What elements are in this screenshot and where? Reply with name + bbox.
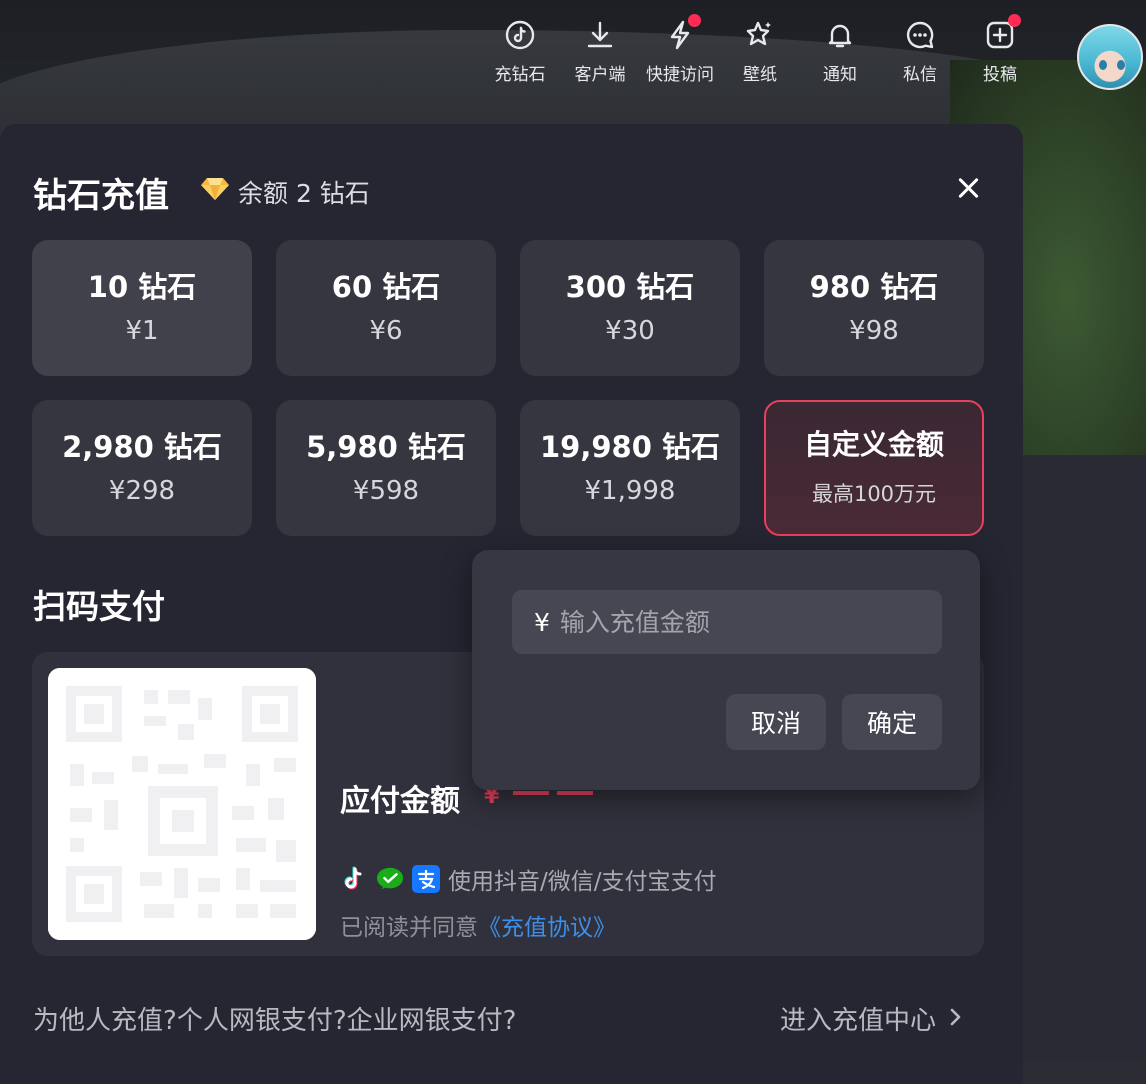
- payable-amount-label: 应付金额: [340, 784, 460, 819]
- nav-item-quick-access[interactable]: 快捷访问: [640, 14, 720, 98]
- modal-title: 钻石充值: [33, 176, 169, 216]
- chevron-right-icon: [948, 1004, 962, 1034]
- avatar-eye: [1117, 60, 1125, 70]
- custom-amount-tile[interactable]: 自定义金额 最高100万元: [764, 400, 984, 536]
- nav-item-wallpaper[interactable]: 壁纸: [720, 18, 800, 98]
- download-icon: [583, 18, 617, 52]
- confirm-button[interactable]: 确定: [842, 694, 942, 750]
- package-tile[interactable]: 60 钻石 ¥6: [276, 240, 496, 376]
- amount-input-currency: ¥: [534, 607, 550, 637]
- alipay-icon: [412, 865, 440, 893]
- douyin-icon: [340, 865, 368, 893]
- nav-label: 客户端: [574, 65, 626, 85]
- nav-item-notifications[interactable]: 通知: [800, 18, 880, 98]
- balance: 余额 2 钻石: [200, 174, 370, 210]
- payment-methods-text: 使用抖音/微信/支付宝支付: [448, 869, 717, 895]
- payable-amount-placeholder: [513, 791, 549, 795]
- package-price: ¥98: [849, 316, 899, 346]
- message-icon: [903, 18, 937, 52]
- footer-links: 为他人充值?个人网银支付?企业网银支付?: [33, 1000, 516, 1037]
- package-tile[interactable]: 5,980 钻石 ¥598: [276, 400, 496, 536]
- package-price: ¥30: [605, 316, 655, 346]
- nav-label: 快捷访问: [646, 65, 714, 85]
- nav-label: 壁纸: [743, 65, 777, 85]
- amount-input[interactable]: [557, 606, 902, 638]
- custom-amount-popover: ¥ 取消 确定: [472, 550, 980, 790]
- bell-icon: [823, 18, 857, 52]
- tiktok-coin-icon: [503, 18, 537, 52]
- package-tile[interactable]: 300 钻石 ¥30: [520, 240, 740, 376]
- package-amount: 19,980 钻石: [539, 430, 720, 464]
- scan-pay-title: 扫码支付: [33, 587, 165, 626]
- close-icon[interactable]: [952, 172, 984, 204]
- wallpaper-star-icon: [743, 18, 777, 52]
- balance-text: 余额 2 钻石: [238, 179, 370, 208]
- personal-bank-pay-link[interactable]: 个人网银支付?: [177, 1006, 347, 1036]
- diamond-package-grid: 10 钻石 ¥1 60 钻石 ¥6 300 钻石 ¥30 980 钻石 ¥98 …: [32, 240, 984, 536]
- avatar[interactable]: [1077, 24, 1143, 90]
- nav-item-recharge[interactable]: 充钻石: [480, 18, 560, 98]
- package-tile[interactable]: 2,980 钻石 ¥298: [32, 400, 252, 536]
- custom-amount-limit: 最高100万元: [811, 482, 937, 506]
- notification-dot: [1008, 14, 1021, 27]
- package-amount: 60 钻石: [331, 270, 441, 304]
- custom-amount-label: 自定义金额: [803, 428, 944, 461]
- nav-item-messages[interactable]: 私信: [880, 18, 960, 98]
- nav-item-client[interactable]: 客户端: [560, 18, 640, 98]
- package-price: ¥298: [108, 476, 176, 506]
- recharge-center-label: 进入充值中心: [780, 1006, 937, 1036]
- nav-label: 投稿: [983, 65, 1017, 85]
- recharge-for-others-link[interactable]: 为他人充值?: [33, 1006, 177, 1036]
- package-amount: 2,980 钻石: [62, 430, 222, 464]
- payable-amount-placeholder: [557, 791, 593, 795]
- package-tile[interactable]: 19,980 钻石 ¥1,998: [520, 400, 740, 536]
- package-price: ¥598: [352, 476, 420, 506]
- avatar-eye: [1099, 60, 1107, 70]
- package-price: ¥6: [369, 316, 403, 346]
- nav-label: 通知: [823, 65, 857, 85]
- nav-label: 私信: [903, 65, 937, 85]
- notification-dot: [688, 14, 701, 27]
- package-price: ¥1,998: [584, 476, 676, 506]
- cancel-button[interactable]: 取消: [726, 694, 826, 750]
- package-amount: 300 钻石: [565, 270, 695, 304]
- package-amount: 10 钻石: [87, 270, 197, 304]
- package-tile[interactable]: 10 钻石 ¥1: [32, 240, 252, 376]
- package-amount: 5,980 钻石: [306, 430, 466, 464]
- enterprise-bank-pay-link[interactable]: 企业网银支付?: [347, 1006, 517, 1036]
- payment-methods: 使用抖音/微信/支付宝支付: [340, 862, 717, 896]
- nav-item-post[interactable]: 投稿: [960, 14, 1040, 98]
- recharge-center-link[interactable]: 进入充值中心: [780, 1000, 962, 1037]
- qr-code: [48, 668, 316, 940]
- nav-label: 充钻石: [494, 65, 546, 85]
- top-nav: 充钻石 客户端 快捷访问 壁纸 通知 私信 投稿: [480, 14, 1040, 98]
- agreement-text: 已阅读并同意: [340, 915, 478, 941]
- agreement: 已阅读并同意《充值协议》: [340, 908, 616, 942]
- diamond-icon: [200, 176, 230, 208]
- package-amount: 980 钻石: [809, 270, 939, 304]
- wechat-pay-icon: [376, 865, 404, 893]
- recharge-agreement-link[interactable]: 《充值协议》: [478, 915, 616, 941]
- package-tile[interactable]: 980 钻石 ¥98: [764, 240, 984, 376]
- amount-input-field[interactable]: ¥: [512, 590, 942, 654]
- package-price: ¥1: [125, 316, 159, 346]
